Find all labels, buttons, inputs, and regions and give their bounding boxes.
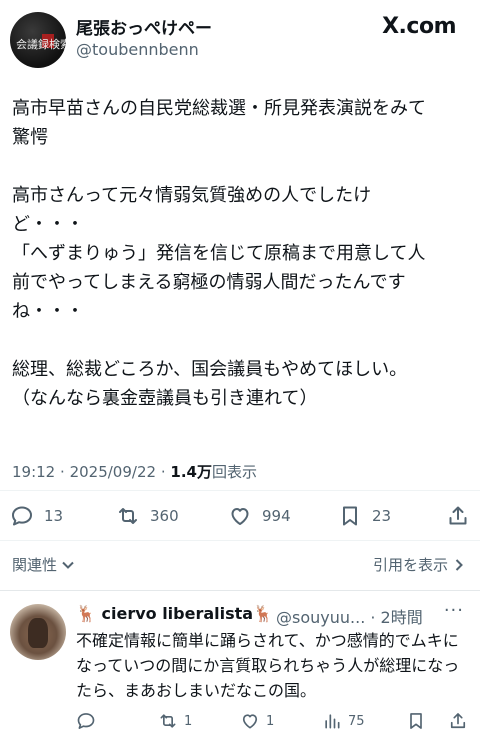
meta-separator: · <box>60 463 65 481</box>
tweet-meta: 19:12 · 2025/09/22 · 1.4万回表示 <box>12 461 257 482</box>
site-logo: X.com <box>382 14 456 39</box>
view-quotes-link[interactable]: 引用を表示 <box>373 554 466 575</box>
author-display-name[interactable]: 尾張おっぺけペー <box>76 14 212 39</box>
repost-count: 360 <box>150 507 179 525</box>
reply-icon <box>77 713 95 729</box>
author-avatar[interactable]: 会議録検索 補充 <box>10 12 66 68</box>
reply-reply-button[interactable] <box>76 708 102 734</box>
tweet-actions: 13 360 994 23 <box>0 498 480 534</box>
tweet-text: 高市早苗さんの自民党総裁選・所見発表演説をみて 驚愕 高市さんって元々情弱気質強… <box>12 94 472 413</box>
reply-share-button[interactable] <box>448 708 468 734</box>
divider <box>0 490 480 491</box>
repost-button[interactable]: 360 <box>116 498 179 534</box>
tweet-line: 驚愕 <box>12 127 48 148</box>
reply-tweet[interactable]: 🦌 ciervo liberalista🦌 @souyuu... · 2時間 ·… <box>0 594 480 736</box>
views-label: 回表示 <box>211 463 257 481</box>
more-options-icon[interactable]: ··· <box>444 600 464 621</box>
deer-figure <box>28 618 48 648</box>
reply-like-button[interactable]: 1 <box>240 708 274 734</box>
tweet-line: 総理、総裁どころか、国会議員もやめてほしい。 <box>12 359 408 380</box>
heart-icon <box>242 714 258 729</box>
bookmark-icon <box>410 713 422 729</box>
tweet-line: （なんなら裏金壺議員も引き連れて） <box>12 388 318 409</box>
tweet-line: 高市さんって元々情弱気質強めの人でしたけ <box>12 185 372 206</box>
tweet-header: 会議録検索 補充 尾張おっぺけペー @toubennbenn X.com <box>0 0 480 80</box>
reply-like-count: 1 <box>266 713 275 729</box>
reply-count: 13 <box>44 507 64 525</box>
reply-text: 不確定情報に簡単に踊らされて、かつ感情的でムキになっていつの間にか言質取られちゃ… <box>76 631 460 700</box>
like-button[interactable]: 994 <box>228 498 291 534</box>
share-button[interactable] <box>446 498 470 534</box>
reply-bookmark-button[interactable] <box>406 708 426 734</box>
divider <box>0 590 480 591</box>
views-count: 1.4万 <box>170 463 212 481</box>
reply-actions: 1 1 75 <box>0 708 480 734</box>
repost-icon <box>160 714 176 728</box>
reply-repost-count: 1 <box>184 713 193 729</box>
tweet-line: ね・・・ <box>12 301 84 322</box>
sort-relevance-dropdown[interactable]: 関連性 <box>12 554 75 575</box>
reply-icon <box>12 506 32 526</box>
repost-icon <box>119 508 137 524</box>
heart-icon <box>231 508 249 525</box>
tweet-time[interactable]: 19:12 <box>12 463 55 481</box>
tweet-line: 「へずまりゅう」発信を信じて原稿まで用意して人 <box>12 243 426 264</box>
reply-views-button[interactable]: 75 <box>322 708 365 734</box>
relevance-label: 関連性 <box>12 556 58 574</box>
bookmark-button[interactable]: 23 <box>338 498 391 534</box>
author-handle[interactable]: @toubennbenn <box>76 40 199 59</box>
share-icon <box>449 506 467 525</box>
reply-button[interactable]: 13 <box>10 498 63 534</box>
divider <box>0 540 480 541</box>
reply-repost-button[interactable]: 1 <box>158 708 192 734</box>
tweet-line: ど・・・ <box>12 214 84 235</box>
bookmark-count: 23 <box>372 507 392 525</box>
tweet-line: 前でやってしまえる窮極の情弱人間だったんです <box>12 272 406 293</box>
meta-separator: · <box>160 463 166 481</box>
quotes-label: 引用を表示 <box>372 556 448 574</box>
chevron-right-icon <box>455 558 463 571</box>
bookmark-icon <box>343 506 357 526</box>
reply-handle-time[interactable]: @souyuu... · 2時間 <box>276 604 423 628</box>
tweet-line: 高市早苗さんの自民党総裁選・所見発表演説をみて <box>12 98 426 119</box>
avatar-text: 会議録検索 補充 <box>16 38 66 51</box>
tweet-date[interactable]: 2025/09/22 <box>70 463 156 481</box>
reply-views-count: 75 <box>348 713 365 729</box>
like-count: 994 <box>262 507 291 525</box>
reply-avatar[interactable] <box>10 604 66 660</box>
share-icon <box>450 713 466 729</box>
views-chart-icon <box>325 714 340 729</box>
reply-display-name[interactable]: 🦌 ciervo liberalista🦌 <box>76 604 273 623</box>
chevron-down-icon <box>62 561 74 569</box>
